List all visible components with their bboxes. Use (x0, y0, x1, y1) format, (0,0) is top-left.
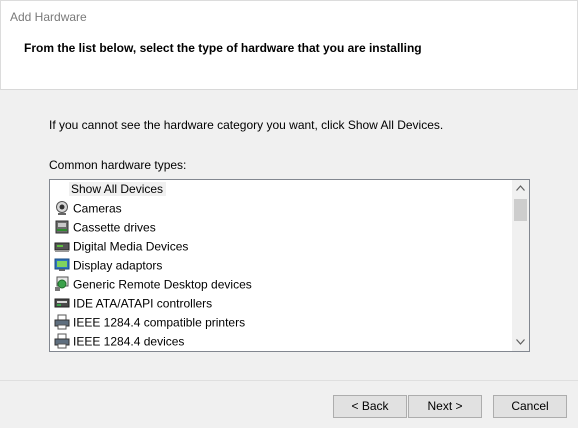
hardware-types-label: Common hardware types: (49, 158, 187, 172)
hardware-types-list[interactable]: Show All Devices Cameras Cassette drives… (49, 179, 530, 352)
list-item-ide-ata-atapi-controllers[interactable]: IDE ATA/ATAPI controllers (50, 294, 512, 313)
dialog-header: Add Hardware From the list below, select… (0, 0, 578, 90)
scroll-up-icon[interactable] (512, 180, 529, 197)
list-item-label: Generic Remote Desktop devices (73, 277, 252, 292)
list-item-ieee-1284-4-devices[interactable]: IEEE 1284.4 devices (50, 332, 512, 351)
display-adapter-icon (54, 257, 70, 273)
ide-controller-icon (54, 295, 70, 311)
list-item-label: Cameras (73, 201, 122, 216)
printer-icon (54, 314, 70, 330)
printer-icon (54, 333, 70, 349)
list-scrollbar[interactable] (512, 180, 529, 351)
list-items: Show All Devices Cameras Cassette drives… (50, 180, 512, 351)
instruction-text: If you cannot see the hardware category … (49, 118, 444, 132)
camera-icon (54, 200, 70, 216)
list-item-label: IDE ATA/ATAPI controllers (73, 296, 213, 311)
list-item-digital-media-devices[interactable]: Digital Media Devices (50, 237, 512, 256)
list-item-show-all-devices[interactable]: Show All Devices (50, 180, 512, 199)
scrollbar-thumb[interactable] (514, 199, 527, 221)
scroll-down-icon[interactable] (512, 334, 529, 351)
page-heading: From the list below, select the type of … (24, 41, 422, 55)
cancel-button[interactable]: Cancel (493, 395, 567, 418)
list-item-ieee-1284-4-compatible-printers[interactable]: IEEE 1284.4 compatible printers (50, 313, 512, 332)
list-item-label: Cassette drives (73, 220, 156, 235)
add-hardware-dialog: Add Hardware From the list below, select… (0, 0, 578, 428)
list-item-cassette-drives[interactable]: Cassette drives (50, 218, 512, 237)
list-item-cameras[interactable]: Cameras (50, 199, 512, 218)
next-button[interactable]: Next > (408, 395, 482, 418)
back-button[interactable]: < Back (333, 395, 407, 418)
remote-desktop-icon (54, 276, 70, 292)
list-item-display-adaptors[interactable]: Display adaptors (50, 256, 512, 275)
cassette-drive-icon (54, 219, 70, 235)
footer-divider (0, 380, 578, 381)
list-item-label: Show All Devices (69, 182, 167, 197)
list-item-label: IEEE 1284.4 compatible printers (73, 315, 246, 330)
media-device-icon (54, 238, 70, 254)
list-item-label: IEEE 1284.4 devices (73, 334, 185, 349)
list-item-label: Display adaptors (73, 258, 163, 273)
list-item-generic-remote-desktop-devices[interactable]: Generic Remote Desktop devices (50, 275, 512, 294)
window-title: Add Hardware (10, 10, 87, 24)
list-item-label: Digital Media Devices (73, 239, 189, 254)
